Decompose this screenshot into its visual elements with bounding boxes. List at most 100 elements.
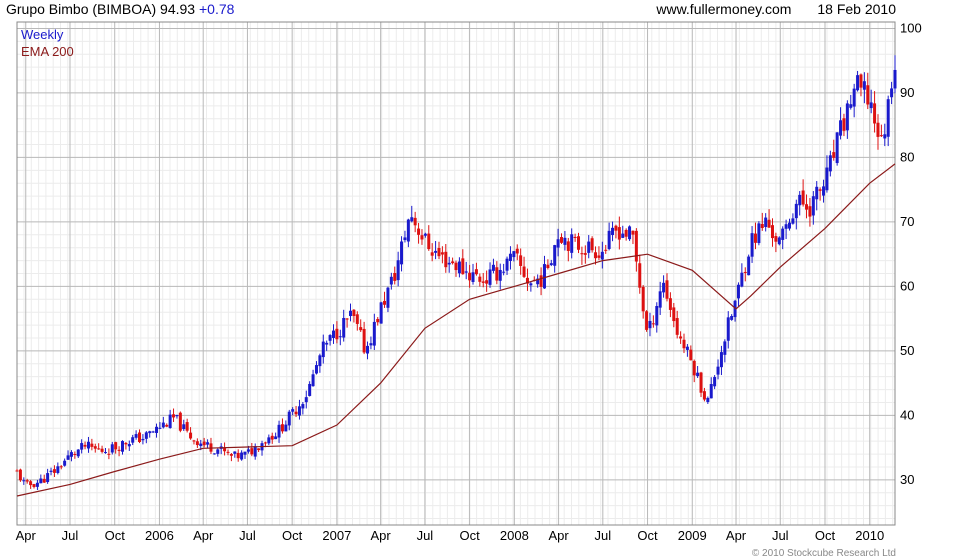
candle-body	[165, 424, 169, 427]
candle-body	[297, 406, 301, 416]
candle-body	[362, 328, 366, 353]
candle-body	[294, 411, 298, 415]
candle-body	[869, 102, 873, 109]
candle-body	[553, 245, 557, 266]
candle-body	[372, 321, 376, 346]
candle-body	[825, 167, 829, 191]
candle-body	[270, 435, 274, 440]
candle-body	[66, 455, 70, 460]
candle-body	[753, 233, 757, 243]
candle-body	[577, 236, 581, 250]
x-tick-label: 2010	[855, 528, 884, 543]
candle-body	[49, 470, 53, 472]
candle-body	[539, 275, 543, 287]
candle-body	[131, 437, 135, 443]
candle-body	[457, 261, 461, 274]
candle-body	[427, 233, 431, 250]
legend-ema: EMA 200	[21, 44, 74, 59]
x-tick-label: Jul	[772, 528, 789, 543]
x-tick-label: Apr	[371, 528, 392, 543]
candle-body	[760, 223, 764, 228]
candle-body	[519, 255, 523, 266]
candle-body	[42, 478, 46, 483]
candle-body	[423, 233, 427, 236]
candle-body	[243, 451, 247, 455]
candle-body	[570, 234, 574, 253]
candle-body	[757, 223, 761, 244]
candle-body	[321, 341, 325, 358]
candle-body	[63, 460, 67, 466]
candle-body	[267, 437, 271, 444]
candle-body	[808, 206, 812, 217]
candle-body	[699, 372, 703, 393]
candle-body	[195, 441, 199, 446]
candle-body	[542, 264, 546, 289]
candle-body	[478, 276, 482, 282]
candle-body	[134, 434, 138, 438]
candle-body	[83, 444, 87, 447]
candle-body	[263, 442, 267, 444]
candle-body	[22, 480, 26, 482]
candle-body	[515, 248, 519, 254]
candle-body	[645, 311, 649, 330]
candle-body	[301, 404, 305, 409]
candle-body	[781, 228, 785, 240]
candle-body	[314, 365, 318, 374]
candle-body	[420, 235, 424, 240]
candle-body	[277, 424, 281, 438]
candle-body	[594, 252, 598, 259]
candle-body	[103, 452, 107, 454]
candle-body	[318, 355, 322, 367]
candle-body	[835, 132, 839, 164]
candle-body	[876, 122, 880, 137]
candle-body	[120, 441, 124, 452]
candle-body	[743, 271, 747, 273]
candle-body	[59, 466, 63, 468]
candle-body	[675, 318, 679, 335]
x-tick-label: Jul	[62, 528, 79, 543]
candle-body	[117, 449, 121, 451]
candle-body	[549, 263, 553, 266]
candle-body	[29, 481, 33, 486]
candle-body	[437, 247, 441, 257]
candle-body	[461, 258, 465, 275]
candle-body	[379, 302, 383, 324]
candle-body	[617, 227, 621, 240]
candle-body	[175, 414, 179, 417]
candle-body	[767, 219, 771, 228]
y-tick-label: 50	[900, 343, 914, 358]
candle-body	[328, 335, 332, 341]
candle-body	[842, 118, 846, 131]
candle-body	[832, 152, 836, 158]
candle-body	[600, 251, 604, 260]
candle-body	[631, 230, 635, 235]
candle-body	[628, 226, 632, 240]
candle-body	[798, 194, 802, 206]
candle-body	[621, 233, 625, 238]
candle-body	[73, 454, 77, 456]
x-tick-label: 2006	[145, 528, 174, 543]
candle-body	[345, 318, 349, 320]
candle-body	[144, 432, 148, 439]
candle-body	[389, 276, 393, 285]
candle-body	[815, 186, 819, 200]
candle-body	[331, 330, 335, 338]
candle-body	[226, 451, 230, 453]
x-tick-label: Apr	[193, 528, 214, 543]
candle-body	[291, 409, 295, 412]
candle-body	[114, 442, 118, 450]
candle-body	[383, 300, 387, 305]
candle-body	[852, 88, 856, 107]
candle-body	[257, 448, 261, 451]
y-tick-label: 40	[900, 407, 914, 422]
x-tick-label: Jul	[239, 528, 256, 543]
candle-body	[468, 272, 472, 281]
candle-body	[730, 316, 734, 320]
candle-body	[107, 453, 111, 455]
x-tick-label: Apr	[548, 528, 569, 543]
y-tick-label: 80	[900, 149, 914, 164]
candle-body	[447, 262, 451, 265]
candle-body	[335, 328, 339, 340]
candle-body	[750, 233, 754, 257]
candle-body	[774, 236, 778, 242]
